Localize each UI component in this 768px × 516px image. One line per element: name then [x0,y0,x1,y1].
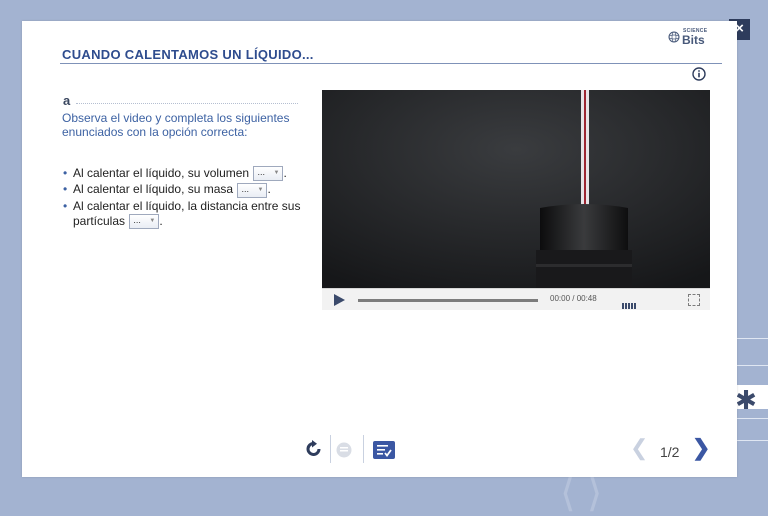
answer-dropdown[interactable]: ... ▼ [129,213,160,229]
comment-icon [336,442,352,458]
video-player[interactable]: 00:00 / 00:48 [322,90,710,310]
science-bits-logo: SCIENCE Bits [668,28,716,50]
fullscreen-icon[interactable] [688,294,700,306]
question-letter: a [63,93,71,108]
volume-icon[interactable] [622,296,637,310]
logo-big-text: Bits [682,33,705,47]
info-icon[interactable] [692,67,706,81]
statement-text: Al calentar el líquido, su volumen [73,166,250,180]
activity-panel: CUANDO CALENTAMOS UN LÍQUIDO... SCIENCE … [22,21,737,477]
chevron-right-icon[interactable]: ❯ [692,435,710,461]
statement-text: Al calentar el líquido, su masa [73,182,234,197]
title-divider [60,63,722,64]
toolbar-divider [330,435,331,463]
video-controls: 00:00 / 00:48 [322,288,710,310]
instruction-text: Observa el video y completa los siguient… [62,111,290,139]
answer-dropdown[interactable]: ... ▼ [237,182,268,198]
video-time: 00:00 / 00:48 [550,294,597,303]
chevron-left-icon[interactable]: ❮ [630,435,648,461]
chevron-down-icon: ▼ [257,186,264,193]
list-item: Al calentar el líquido, la distancia ent… [62,199,312,229]
play-icon[interactable] [334,294,345,306]
statement-list: Al calentar el líquido, su volumen ... ▼… [62,166,312,230]
reload-icon[interactable] [305,440,323,458]
list-item: Al calentar el líquido, su masa ... ▼ . [62,182,312,198]
video-progress-bar[interactable] [358,299,538,302]
chevron-down-icon: ▼ [273,170,280,177]
list-item: Al calentar el líquido, su volumen ... ▼… [62,166,312,182]
page-title: CUANDO CALENTAMOS UN LÍQUIDO... [62,47,314,62]
page-indicator: 1/2 [660,444,680,460]
question-divider [76,103,298,104]
video-frame[interactable] [322,90,710,288]
toolbar-divider [363,435,364,463]
answer-dropdown[interactable]: ... ▼ [253,166,284,182]
chevron-down-icon: ▼ [149,217,156,224]
statement-text: Al calentar el líquido, la distancia ent… [73,198,301,228]
checklist-icon[interactable] [373,441,395,459]
